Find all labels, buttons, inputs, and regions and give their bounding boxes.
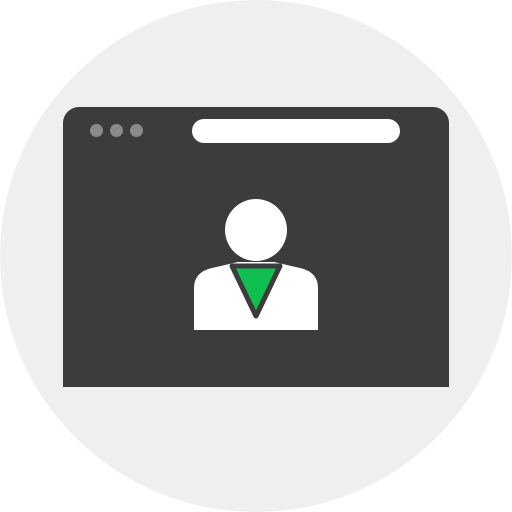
browser-user-icon [0, 0, 512, 512]
user-head [225, 199, 287, 261]
user-avatar-icon [194, 199, 318, 330]
